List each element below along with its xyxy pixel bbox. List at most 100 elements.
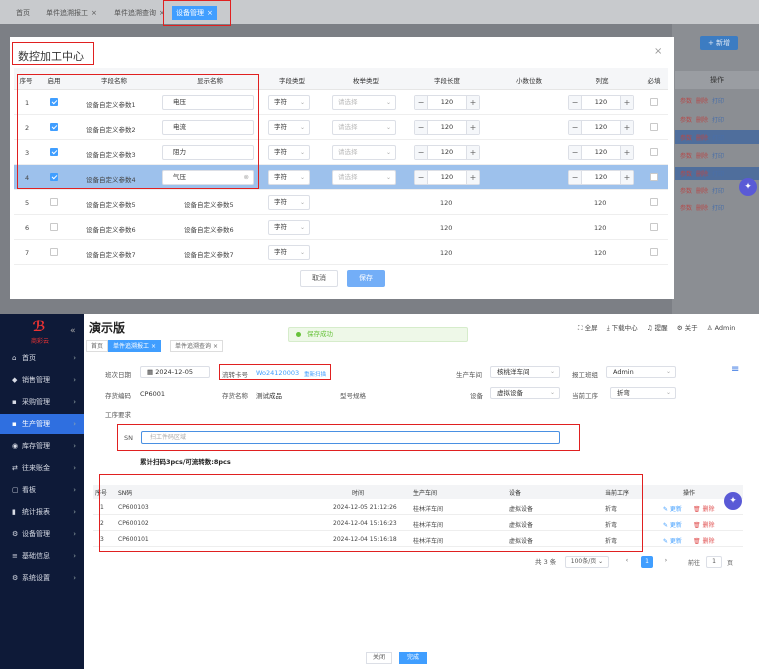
col-header: 操作: [683, 490, 696, 497]
plus-icon[interactable]: +: [466, 96, 479, 109]
top-tab-home[interactable]: 首页: [12, 6, 34, 20]
assistant-fab-icon[interactable]: ✦: [739, 178, 757, 196]
field-type-select[interactable]: 字符 ⌄: [268, 220, 310, 235]
minus-icon[interactable]: −: [569, 96, 582, 109]
sidebar-item[interactable]: ◆ 销售管理 ›: [0, 370, 84, 390]
enum-type-select[interactable]: 请选择 ⌄: [332, 120, 396, 135]
top-tab-report[interactable]: 单件追溯报工 ×: [42, 6, 101, 20]
menu-icon[interactable]: ≡: [731, 364, 739, 375]
sidebar-item[interactable]: ▮ 统计报表 ›: [0, 502, 84, 522]
plus-icon[interactable]: +: [466, 146, 479, 159]
sidebar-item[interactable]: ◉ 库存管理 ›: [0, 436, 84, 456]
enabled-checkbox[interactable]: [50, 198, 58, 206]
process-select[interactable]: 折弯 ⌄: [610, 387, 676, 399]
close-button[interactable]: 关闭: [366, 652, 392, 664]
required-checkbox[interactable]: [650, 148, 658, 156]
sidebar-item[interactable]: ⌂ 首页 ›: [0, 348, 84, 368]
tab-report[interactable]: 单件追溯报工 ×: [108, 340, 161, 352]
close-icon[interactable]: ×: [213, 343, 218, 350]
required-checkbox[interactable]: [650, 123, 658, 131]
field-length-stepper[interactable]: −120 +: [414, 170, 480, 185]
minus-icon[interactable]: −: [415, 121, 428, 134]
delete-button[interactable]: 🗑 删除: [693, 536, 715, 545]
minus-icon[interactable]: −: [569, 121, 582, 134]
device-select[interactable]: 虚拟设备 ⌄: [490, 387, 560, 399]
minus-icon[interactable]: −: [415, 96, 428, 109]
user-menu[interactable]: ♙ Admin: [707, 324, 736, 332]
sidebar-item[interactable]: ⚙ 设备管理 ›: [0, 524, 84, 544]
download-center-button[interactable]: ⤓ 下载中心: [607, 324, 638, 332]
sidebar-item[interactable]: ≡ 基础信息 ›: [0, 546, 84, 566]
about-button[interactable]: ⚙ 关于: [677, 324, 698, 332]
delete-button[interactable]: 🗑 删除: [693, 520, 715, 529]
plus-icon[interactable]: +: [620, 121, 633, 134]
enum-type-select[interactable]: 请选择 ⌄: [332, 145, 396, 160]
field-type-select[interactable]: 字符 ⌄: [268, 195, 310, 210]
table-row: 7 设备自定义参数7 设备自定义参数7 字符 ⌄ 120 120: [14, 240, 668, 265]
close-icon[interactable]: ×: [151, 343, 156, 350]
close-icon[interactable]: ×: [91, 9, 97, 17]
column-width-stepper[interactable]: −120 +: [568, 95, 634, 110]
chevron-down-icon: ⌄: [299, 249, 305, 256]
enabled-checkbox[interactable]: [50, 223, 58, 231]
enum-type-select[interactable]: 请选择 ⌄: [332, 95, 396, 110]
field-length-stepper[interactable]: −120 +: [414, 145, 480, 160]
field-type-select[interactable]: 字符 ⌄: [268, 95, 310, 110]
minus-icon[interactable]: −: [569, 171, 582, 184]
required-checkbox[interactable]: [650, 248, 658, 256]
required-checkbox[interactable]: [650, 98, 658, 106]
minus-icon[interactable]: −: [415, 146, 428, 159]
update-button[interactable]: ✎ 更新: [663, 520, 682, 529]
field-type-select[interactable]: 字符 ⌄: [268, 120, 310, 135]
delete-button[interactable]: 🗑 删除: [693, 504, 715, 513]
minus-icon[interactable]: −: [415, 171, 428, 184]
done-button[interactable]: 完成: [399, 652, 427, 664]
field-type-select[interactable]: 字符 ⌄: [268, 145, 310, 160]
column-width-stepper[interactable]: −120 +: [568, 120, 634, 135]
minus-icon[interactable]: −: [569, 146, 582, 159]
goto-page-input[interactable]: 1: [706, 556, 722, 568]
enum-type-select[interactable]: 请选择 ⌄: [332, 170, 396, 185]
prev-page-button[interactable]: ‹: [621, 556, 633, 568]
close-icon[interactable]: ×: [654, 46, 662, 57]
top-tab-query[interactable]: 单件追溯查询 ×: [110, 6, 169, 20]
workshop-select[interactable]: 核桃洋车间 ⌄: [490, 366, 560, 378]
collapse-icon[interactable]: «: [70, 326, 76, 336]
required-checkbox[interactable]: [650, 223, 658, 231]
field-type-select[interactable]: 字符 ⌄: [268, 245, 310, 260]
new-button[interactable]: + 新增: [700, 36, 738, 50]
fullscreen-button[interactable]: ⛶ 全屏: [578, 324, 598, 332]
save-button[interactable]: 保存: [347, 270, 385, 287]
sidebar-item[interactable]: ⇄ 往来账金 ›: [0, 458, 84, 478]
field-type-select[interactable]: 字符 ⌄: [268, 170, 310, 185]
sidebar-item[interactable]: ▢ 看板 ›: [0, 480, 84, 500]
column-width-stepper[interactable]: −120 +: [568, 170, 634, 185]
tab-query[interactable]: 单件追溯查询 ×: [170, 340, 223, 352]
page-size-select[interactable]: 100条/页 ⌄: [565, 556, 609, 568]
sidebar-item[interactable]: ⚙ 系统设置 ›: [0, 568, 84, 588]
enabled-checkbox[interactable]: [50, 248, 58, 256]
chevron-right-icon: ›: [73, 574, 76, 582]
plus-icon[interactable]: +: [620, 146, 633, 159]
update-button[interactable]: ✎ 更新: [663, 536, 682, 545]
required-checkbox[interactable]: [650, 173, 658, 181]
notice-button[interactable]: ♫ 提醒: [647, 324, 668, 332]
assistant-fab-icon[interactable]: ✦: [724, 492, 742, 510]
next-page-button[interactable]: ›: [660, 556, 672, 568]
plus-icon[interactable]: +: [620, 171, 633, 184]
column-width-stepper[interactable]: −120 +: [568, 145, 634, 160]
field-length-stepper[interactable]: −120 +: [414, 95, 480, 110]
cancel-button[interactable]: 取消: [300, 270, 338, 287]
tab-home[interactable]: 首页: [86, 340, 109, 352]
sidebar-item[interactable]: ▪ 采购管理 ›: [0, 392, 84, 412]
plus-icon[interactable]: +: [620, 96, 633, 109]
sidebar-item[interactable]: ▪ 生产管理 ›: [0, 414, 84, 434]
page-1-button[interactable]: 1: [641, 556, 653, 568]
required-checkbox[interactable]: [650, 198, 658, 206]
field-length-stepper[interactable]: −120 +: [414, 120, 480, 135]
plus-icon[interactable]: +: [466, 171, 479, 184]
update-button[interactable]: ✎ 更新: [663, 504, 682, 513]
team-select[interactable]: Admin ⌄: [606, 366, 676, 378]
plus-icon[interactable]: +: [466, 121, 479, 134]
date-input[interactable]: ▦ 2024-12-05: [140, 366, 210, 378]
